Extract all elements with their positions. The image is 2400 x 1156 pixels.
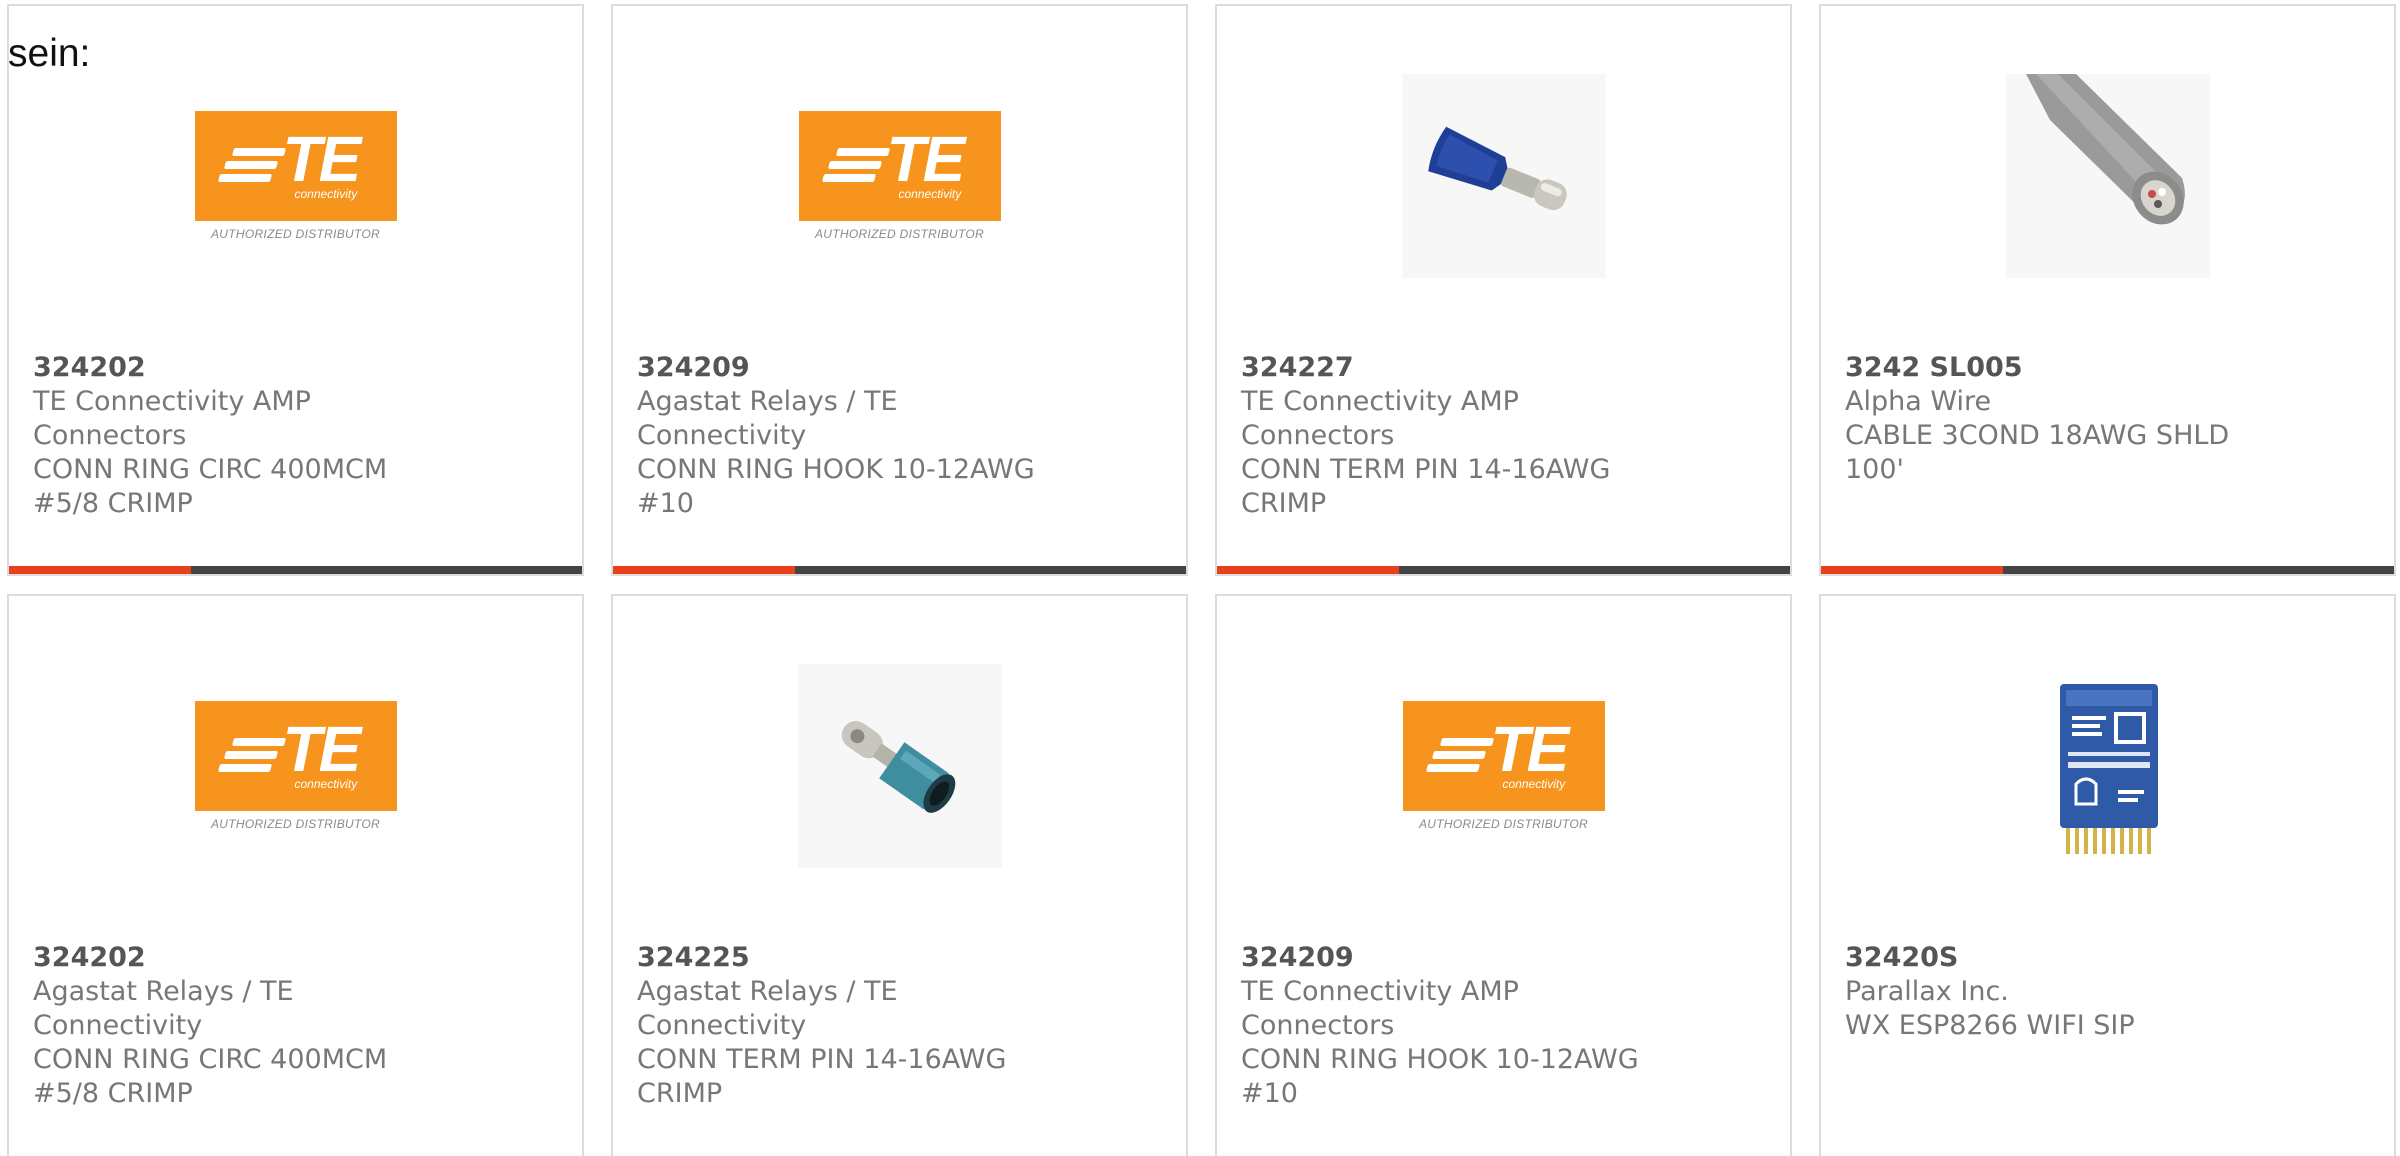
- teal-pin-terminal-image: [797, 664, 1002, 868]
- product-image[interactable]: [2005, 74, 2210, 278]
- card-accent-bar: [613, 566, 1186, 574]
- part-number[interactable]: 324202: [33, 941, 558, 975]
- product-image[interactable]: TE connectivity AUTHORIZED DISTRIBUTOR: [798, 74, 1002, 278]
- product-image[interactable]: TE connectivity AUTHORIZED DISTRIBUTOR: [1402, 664, 1606, 868]
- description: CONN RING CIRC 400MCM #5/8 CRIMP: [33, 454, 388, 519]
- manufacturer: Alpha Wire: [1845, 386, 1992, 417]
- manufacturer: Agastat Relays / TE Connectivity: [33, 976, 294, 1041]
- part-number[interactable]: 324202: [33, 351, 558, 385]
- manufacturer: TE Connectivity AMP Connectors: [33, 386, 311, 451]
- product-card[interactable]: TE connectivity AUTHORIZED DISTRIBUTOR 3…: [611, 4, 1188, 576]
- blue-pin-terminal-image: [1401, 74, 1606, 278]
- product-card[interactable]: TE connectivity AUTHORIZED DISTRIBUTOR 3…: [1215, 594, 1792, 1156]
- grey-cable-image: [2005, 74, 2210, 278]
- product-image[interactable]: TE connectivity AUTHORIZED DISTRIBUTOR: [194, 664, 398, 868]
- product-card[interactable]: 324225 Agastat Relays / TE Connectivity …: [611, 594, 1188, 1156]
- product-image[interactable]: [1401, 74, 1606, 278]
- part-number[interactable]: 3242 SL005: [1845, 351, 2370, 385]
- te-connectivity-logo: TE connectivity AUTHORIZED DISTRIBUTOR: [798, 111, 1002, 241]
- product-card[interactable]: 324227 TE Connectivity AMP Connectors CO…: [1215, 4, 1792, 576]
- description: CONN RING HOOK 10-12AWG #10: [1241, 1044, 1639, 1109]
- part-number[interactable]: 324209: [1241, 941, 1766, 975]
- description: CONN RING HOOK 10-12AWG #10: [637, 454, 1035, 519]
- product-card[interactable]: TE connectivity AUTHORIZED DISTRIBUTOR 3…: [7, 594, 584, 1156]
- manufacturer: Agastat Relays / TE Connectivity: [637, 386, 898, 451]
- manufacturer: Agastat Relays / TE Connectivity: [637, 976, 898, 1041]
- intro-text: sein:: [8, 32, 91, 75]
- description: CONN RING CIRC 400MCM #5/8 CRIMP: [33, 1044, 388, 1109]
- part-number[interactable]: 324225: [637, 941, 1162, 975]
- manufacturer: Parallax Inc.: [1845, 976, 2009, 1007]
- part-number[interactable]: 324227: [1241, 351, 1766, 385]
- description: CONN TERM PIN 14-16AWG CRIMP: [1241, 454, 1611, 519]
- description: WX ESP8266 WIFI SIP: [1845, 1010, 2135, 1041]
- te-connectivity-logo: TE connectivity AUTHORIZED DISTRIBUTOR: [1402, 701, 1606, 831]
- te-connectivity-logo: TE connectivity AUTHORIZED DISTRIBUTOR: [194, 111, 398, 241]
- product-card[interactable]: 3242 SL005 Alpha Wire CABLE 3COND 18AWG …: [1819, 4, 2396, 576]
- product-card[interactable]: TE connectivity AUTHORIZED DISTRIBUTOR 3…: [7, 4, 584, 576]
- part-number[interactable]: 32420S: [1845, 941, 2370, 975]
- wifi-module-image: [2005, 664, 2210, 868]
- card-accent-bar: [1821, 566, 2394, 574]
- description: CABLE 3COND 18AWG SHLD 100': [1845, 420, 2230, 485]
- product-image[interactable]: [2005, 664, 2210, 868]
- description: CONN TERM PIN 14-16AWG CRIMP: [637, 1044, 1007, 1109]
- product-image[interactable]: [797, 664, 1002, 868]
- product-grid-page: sein: TE connectivity AUTHORIZED DISTRIB…: [0, 0, 2400, 1156]
- manufacturer: TE Connectivity AMP Connectors: [1241, 386, 1519, 451]
- card-accent-bar: [9, 566, 582, 574]
- te-connectivity-logo: TE connectivity AUTHORIZED DISTRIBUTOR: [194, 701, 398, 831]
- card-accent-bar: [1217, 566, 1790, 574]
- manufacturer: TE Connectivity AMP Connectors: [1241, 976, 1519, 1041]
- part-number[interactable]: 324209: [637, 351, 1162, 385]
- product-card[interactable]: 32420S Parallax Inc. WX ESP8266 WIFI SIP: [1819, 594, 2396, 1156]
- product-image[interactable]: TE connectivity AUTHORIZED DISTRIBUTOR: [194, 74, 398, 278]
